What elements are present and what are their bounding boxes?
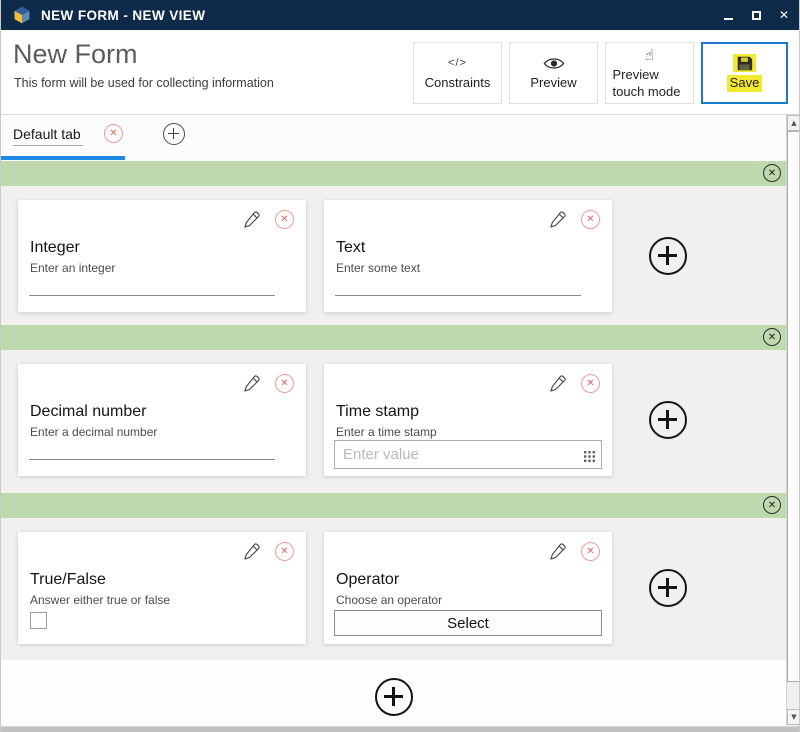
field-title: Time stamp	[336, 403, 419, 421]
scroll-down-button[interactable]: ▼	[787, 709, 800, 725]
timestamp-input[interactable]	[334, 440, 602, 469]
field-card-truefalse: ✕ True/False Answer either true or false	[18, 532, 306, 644]
delete-field-icon[interactable]: ✕	[581, 210, 600, 229]
add-field-button[interactable]	[649, 569, 687, 607]
edit-field-icon[interactable]	[547, 373, 568, 394]
truefalse-checkbox[interactable]	[30, 612, 47, 629]
group-section: ✕ True/False Answer either true or false…	[1, 518, 786, 660]
card-actions: ✕	[547, 373, 600, 394]
window-bottom-edge	[1, 726, 800, 732]
add-tab-icon[interactable]	[163, 123, 185, 145]
delete-field-icon[interactable]: ✕	[275, 210, 294, 229]
vertical-scrollbar[interactable]: ▲ ▼	[786, 115, 800, 726]
field-title: Operator	[336, 571, 399, 589]
timestamp-input-wrap	[334, 440, 602, 469]
edit-field-icon[interactable]	[547, 209, 568, 230]
group-band: ✕	[1, 161, 786, 186]
maximize-icon[interactable]	[749, 8, 763, 22]
form-canvas: Default tab ✕ ✕ ✕ Integer Enter an integ…	[1, 115, 786, 726]
active-tab-indicator	[1, 156, 125, 160]
field-input-line[interactable]	[335, 295, 581, 296]
app-window: NEW FORM - NEW VIEW ✕ New Form This form…	[0, 0, 800, 732]
preview-touch-mode-button[interactable]: ☝ Preview touch mode	[605, 42, 694, 104]
delete-group-icon[interactable]: ✕	[763, 496, 781, 514]
field-card-timestamp: ✕ Time stamp Enter a time stamp	[324, 364, 612, 476]
canvas-footer	[1, 660, 786, 726]
group-band: ✕	[1, 325, 786, 350]
card-actions: ✕	[547, 541, 600, 562]
field-card-decimal: ✕ Decimal number Enter a decimal number	[18, 364, 306, 476]
field-subtitle: Enter a time stamp	[336, 425, 437, 439]
floppy-save-icon	[733, 54, 756, 72]
page-title: New Form	[13, 39, 138, 70]
card-actions: ✕	[547, 209, 600, 230]
add-field-button[interactable]	[649, 237, 687, 275]
group-band: ✕	[1, 493, 786, 518]
page-subtitle: This form will be used for collecting in…	[14, 76, 274, 90]
save-button[interactable]: Save	[701, 42, 788, 104]
field-card-integer: ✕ Integer Enter an integer	[18, 200, 306, 312]
edit-field-icon[interactable]	[241, 541, 262, 562]
field-input-line[interactable]	[29, 295, 275, 296]
tab-default[interactable]: Default tab	[13, 126, 83, 146]
tab-bar: Default tab ✕	[1, 115, 786, 161]
delete-group-icon[interactable]: ✕	[763, 328, 781, 346]
arrow-down-icon: ▼	[791, 714, 796, 721]
minimize-icon[interactable]	[721, 8, 735, 22]
field-subtitle: Enter a decimal number	[30, 425, 157, 439]
add-group-button[interactable]	[375, 678, 413, 716]
field-title: Decimal number	[30, 403, 146, 421]
field-title: Text	[336, 239, 365, 257]
window-title: NEW FORM - NEW VIEW	[41, 8, 205, 23]
card-actions: ✕	[241, 209, 294, 230]
eye-icon	[543, 54, 565, 72]
edit-field-icon[interactable]	[547, 541, 568, 562]
form-header: New Form This form will be used for coll…	[1, 30, 800, 115]
delete-field-icon[interactable]: ✕	[275, 374, 294, 393]
code-icon: </>	[448, 54, 467, 72]
delete-field-icon[interactable]: ✕	[581, 374, 600, 393]
field-title: True/False	[30, 571, 106, 589]
delete-group-icon[interactable]: ✕	[763, 164, 781, 182]
field-subtitle: Answer either true or false	[30, 593, 170, 607]
field-card-text: ✕ Text Enter some text	[324, 200, 612, 312]
delete-tab-icon[interactable]: ✕	[104, 124, 123, 143]
delete-field-icon[interactable]: ✕	[581, 542, 600, 561]
card-actions: ✕	[241, 541, 294, 562]
delete-field-icon[interactable]: ✕	[275, 542, 294, 561]
add-field-button[interactable]	[649, 401, 687, 439]
operator-select-button[interactable]: Select	[334, 610, 602, 636]
app-logo-icon	[12, 5, 32, 25]
group-section: ✕ Integer Enter an integer ✕ Text Enter …	[1, 186, 786, 325]
window-controls: ✕	[721, 0, 791, 30]
field-subtitle: Enter some text	[336, 261, 420, 275]
field-input-line[interactable]	[29, 459, 275, 460]
constraints-button[interactable]: </> Constraints	[413, 42, 502, 104]
field-title: Integer	[30, 239, 80, 257]
group-section: ✕ Decimal number Enter a decimal number …	[1, 350, 786, 493]
close-icon[interactable]: ✕	[777, 8, 791, 22]
edit-field-icon[interactable]	[241, 373, 262, 394]
field-subtitle: Choose an operator	[336, 593, 442, 607]
arrow-up-icon: ▲	[791, 120, 796, 127]
scrollbar-thumb[interactable]	[787, 131, 800, 682]
preview-button[interactable]: Preview	[509, 42, 598, 104]
datepicker-grid-icon[interactable]	[584, 449, 595, 467]
card-actions: ✕	[241, 373, 294, 394]
scroll-up-button[interactable]: ▲	[787, 115, 800, 131]
edit-field-icon[interactable]	[241, 209, 262, 230]
title-bar: NEW FORM - NEW VIEW ✕	[1, 0, 800, 30]
field-card-operator: ✕ Operator Choose an operator Select	[324, 532, 612, 644]
header-toolbar: </> Constraints Preview ☝ Preview touch …	[413, 42, 788, 104]
touch-hand-icon: ☝	[645, 46, 654, 64]
field-subtitle: Enter an integer	[30, 261, 115, 275]
